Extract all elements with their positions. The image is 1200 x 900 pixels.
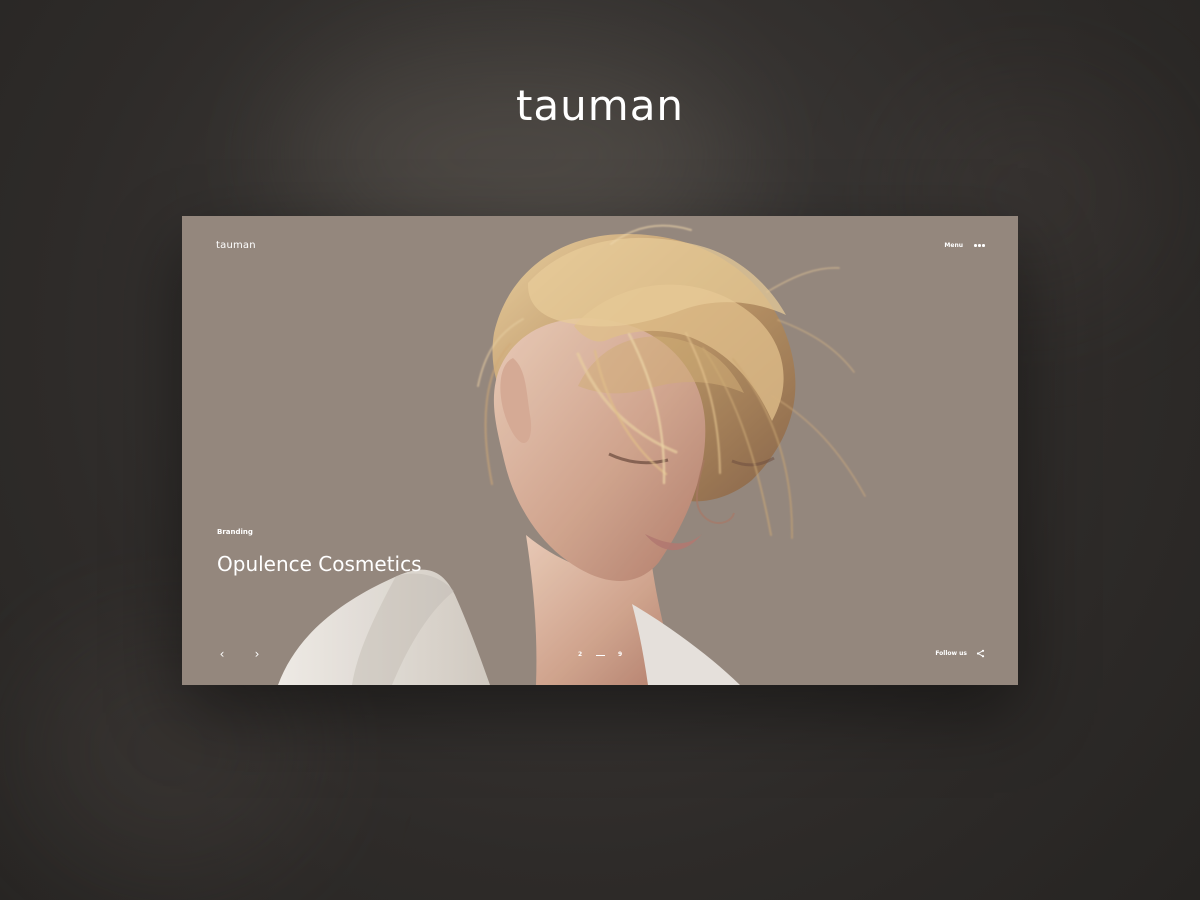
main-brand-logo: tauman xyxy=(515,81,685,130)
current-slide-number: 2 xyxy=(578,651,583,658)
chevron-right-icon[interactable]: › xyxy=(250,647,264,661)
hero-photo xyxy=(182,216,1018,685)
mockup-stage: tauman tauman Menu Branding Opulence Cos… xyxy=(0,0,1200,900)
pagination-divider xyxy=(596,655,605,656)
menu-dot xyxy=(982,244,985,247)
preview-logo[interactable]: tauman xyxy=(216,241,256,251)
share-icon[interactable] xyxy=(976,649,985,658)
project-title: Opulence Cosmetics xyxy=(217,552,422,576)
total-slide-number: 9 xyxy=(618,651,623,658)
follow-us-link[interactable]: Follow us xyxy=(935,651,967,657)
chevron-left-icon[interactable]: ‹ xyxy=(215,647,229,661)
menu-dot xyxy=(974,244,977,247)
slide-pagination: 2 9 xyxy=(576,651,628,659)
more-horizontal-icon[interactable] xyxy=(974,244,985,248)
menu-button-label[interactable]: Menu xyxy=(944,243,963,249)
share-icon-graphic xyxy=(976,649,985,658)
website-preview: tauman Menu Branding Opulence Cosmetics … xyxy=(182,216,1018,685)
menu-dot xyxy=(978,244,981,247)
project-category: Branding xyxy=(217,528,253,536)
